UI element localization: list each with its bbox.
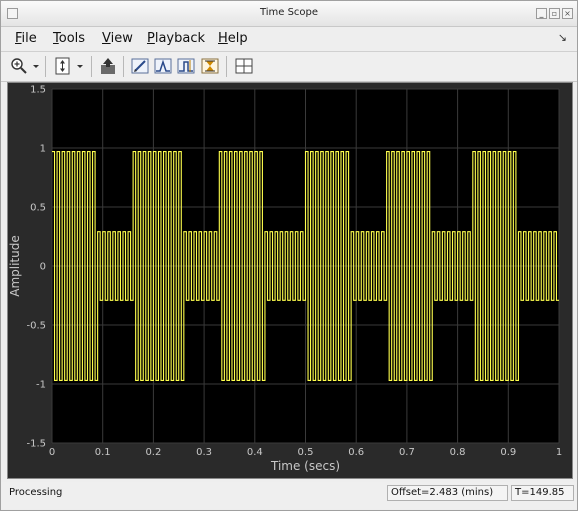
toolbar bbox=[1, 51, 577, 82]
scale-axes-icon[interactable] bbox=[53, 56, 73, 76]
offset-readout: Offset=2.483 (mins) bbox=[387, 485, 508, 501]
zoom-dropdown-icon[interactable] bbox=[31, 56, 41, 76]
menu-bar: File Tools View Playback Help ↘ bbox=[1, 27, 577, 50]
window-menu-button[interactable] bbox=[7, 8, 18, 19]
x-tick-label: 0.6 bbox=[348, 447, 364, 458]
minimize-button[interactable]: _ bbox=[536, 8, 547, 19]
signal-statistics-icon[interactable] bbox=[200, 56, 220, 76]
y-tick-label: -1 bbox=[36, 380, 46, 391]
x-tick-label: 0 bbox=[49, 447, 55, 458]
triggers-icon[interactable] bbox=[153, 56, 173, 76]
menu-playback[interactable]: Playback bbox=[147, 31, 205, 46]
y-tick-label: 1 bbox=[40, 144, 46, 155]
y-axis-label: Amplitude bbox=[8, 235, 22, 297]
menu-file[interactable]: File bbox=[15, 31, 37, 46]
x-axis-label: Time (secs) bbox=[270, 459, 340, 473]
title-bar[interactable]: Time Scope _ ▫ × bbox=[1, 1, 577, 27]
stimulus-icon[interactable] bbox=[98, 56, 118, 76]
x-tick-label: 0.1 bbox=[95, 447, 111, 458]
x-tick-label: 0.5 bbox=[298, 447, 314, 458]
y-tick-label: -1.5 bbox=[26, 439, 46, 450]
scale-dropdown-icon[interactable] bbox=[75, 56, 85, 76]
menu-help[interactable]: Help bbox=[218, 31, 248, 46]
y-tick-label: 1.5 bbox=[30, 85, 46, 96]
status-text: Processing bbox=[9, 487, 63, 498]
layout-icon[interactable] bbox=[234, 56, 254, 76]
x-tick-label: 1 bbox=[556, 447, 562, 458]
menu-tools[interactable]: Tools bbox=[53, 31, 85, 46]
amplitude-chart[interactable]: 1.5 1 0.5 0 -0.5 -1 -1.5 0 0.1 0.2 0.3 0.4 0.5 0.6 0.… bbox=[8, 83, 572, 478]
cursor-measurements-icon[interactable] bbox=[176, 56, 196, 76]
time-scope-window: Time Scope _ ▫ × File Tools View Playbac… bbox=[0, 0, 578, 511]
x-tick-label: 0.4 bbox=[247, 447, 263, 458]
maximize-button[interactable]: ▫ bbox=[549, 8, 560, 19]
y-tick-label: -0.5 bbox=[26, 321, 46, 332]
time-readout: T=149.85 bbox=[511, 485, 574, 501]
y-tick-label: 0 bbox=[40, 262, 46, 273]
menu-view[interactable]: View bbox=[102, 31, 133, 46]
status-bar: Processing Offset=2.483 (mins) T=149.85 bbox=[1, 482, 577, 509]
x-tick-label: 0.8 bbox=[450, 447, 466, 458]
zoom-in-icon[interactable] bbox=[9, 56, 29, 76]
x-tick-label: 0.3 bbox=[196, 447, 212, 458]
close-button[interactable]: × bbox=[562, 8, 573, 19]
dock-arrow-icon[interactable]: ↘ bbox=[558, 31, 567, 44]
x-tick-label: 0.7 bbox=[399, 447, 415, 458]
x-tick-label: 0.2 bbox=[145, 447, 161, 458]
window-title: Time Scope bbox=[259, 7, 319, 18]
scope-display: 1.5 1 0.5 0 -0.5 -1 -1.5 0 0.1 0.2 0.3 0.4 0.5 0.6 0.… bbox=[7, 82, 573, 479]
x-tick-label: 0.9 bbox=[500, 447, 516, 458]
y-tick-label: 0.5 bbox=[30, 203, 46, 214]
edit-properties-icon[interactable] bbox=[130, 56, 150, 76]
